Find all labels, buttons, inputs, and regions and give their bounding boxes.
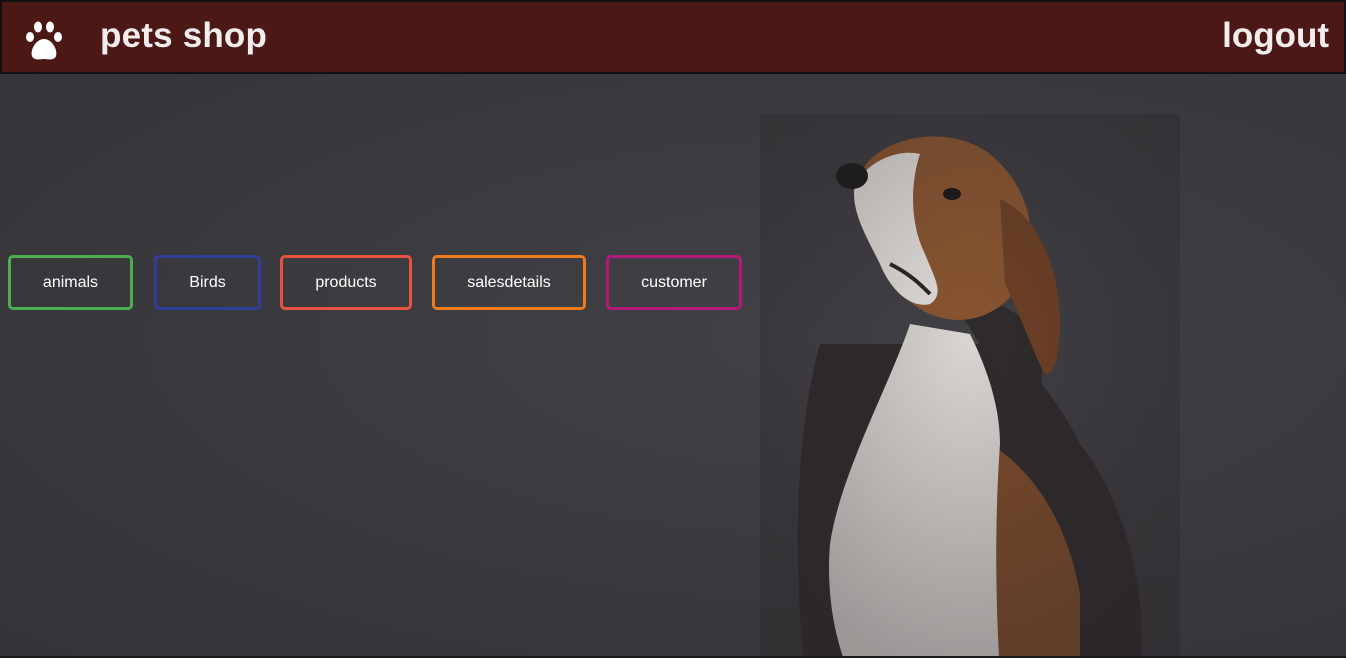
- products-button-label: products: [315, 273, 377, 291]
- animals-button-label: animals: [42, 273, 99, 291]
- products-button[interactable]: products: [280, 255, 412, 310]
- top-navbar: pets shop logout: [0, 0, 1346, 74]
- brand-title: pets shop: [100, 16, 268, 55]
- salesdetails-button[interactable]: salesdetails: [432, 255, 586, 310]
- logout-link[interactable]: logout: [1222, 16, 1329, 56]
- hero-area: animals Birds products salesdetails cust…: [0, 74, 1346, 658]
- customer-button[interactable]: customer: [606, 255, 742, 310]
- customer-button-label: customer: [641, 273, 707, 291]
- paw-icon: [26, 21, 62, 60]
- birds-button[interactable]: Birds: [154, 255, 261, 310]
- animals-button[interactable]: animals: [8, 255, 133, 310]
- salesdetails-button-label: salesdetails: [467, 273, 551, 291]
- beagle-dog-photo: [760, 114, 1180, 658]
- birds-button-label: Birds: [189, 273, 226, 291]
